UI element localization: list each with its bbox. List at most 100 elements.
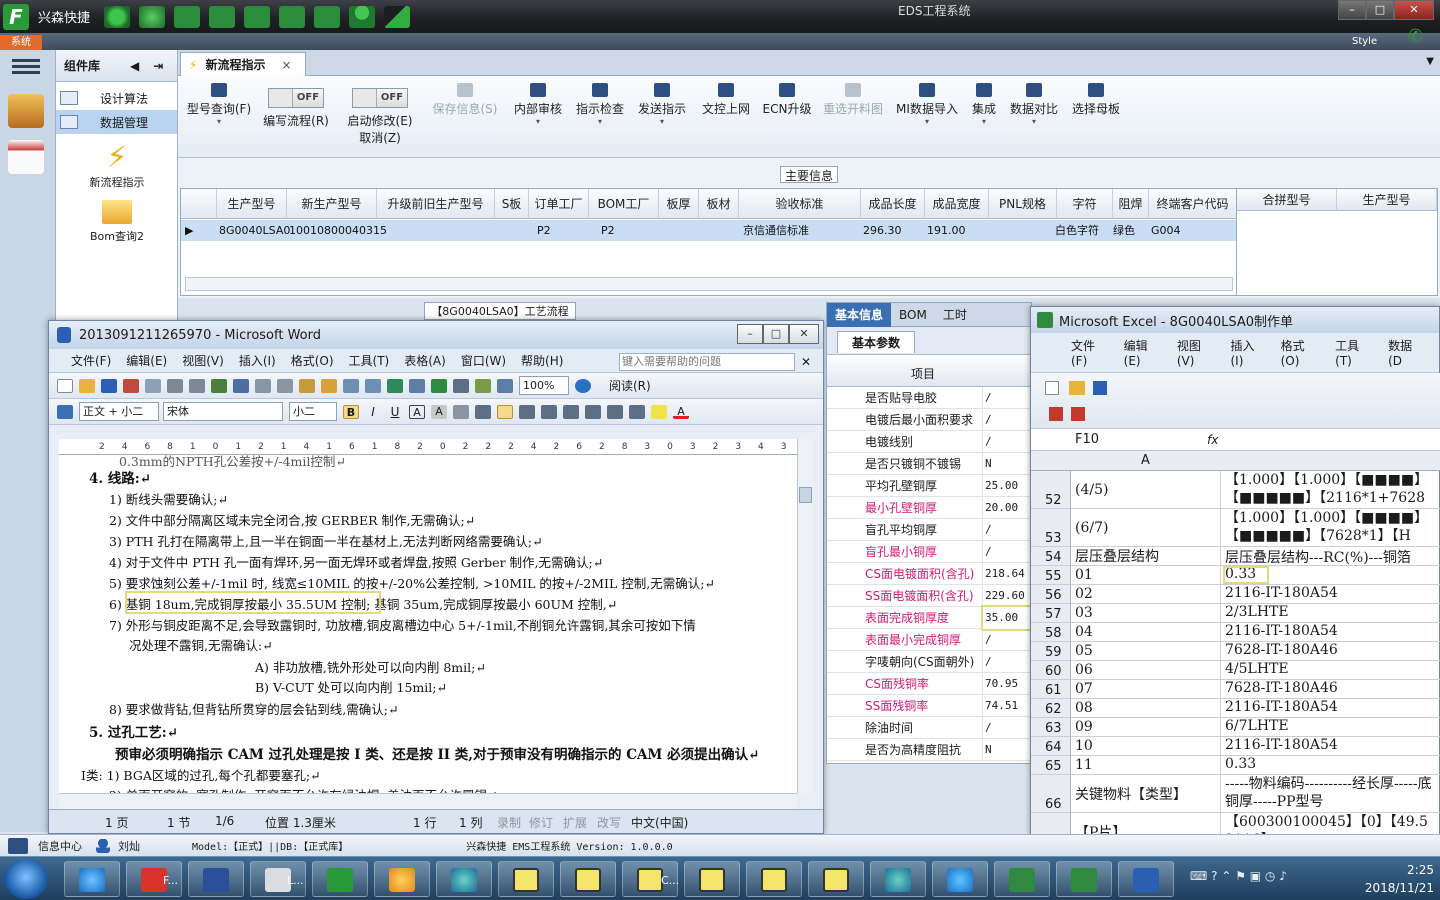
param-value[interactable]: 20.00 [983, 497, 1033, 519]
menu-item-insert[interactable]: 插入(I) [1230, 337, 1258, 368]
menu-item-edit[interactable]: 编辑(E) [126, 352, 167, 369]
sheet-row[interactable]: 56 02 2116-IT-180A54 [1031, 585, 1440, 604]
word-minimize-button[interactable]: – [737, 324, 763, 344]
param-value[interactable]: / [983, 409, 1033, 431]
copy-icon[interactable] [277, 378, 293, 393]
column-header[interactable]: 生产型号 [217, 189, 287, 219]
row-number[interactable]: 62 [1031, 699, 1071, 717]
tab-basic-info[interactable]: 基本信息 [827, 302, 892, 327]
row-number[interactable]: 57 [1031, 604, 1071, 622]
param-value[interactable]: / [983, 387, 1033, 409]
param-value[interactable]: / [983, 431, 1033, 453]
table-cell[interactable]: 191.00 [927, 222, 966, 240]
param-value[interactable]: N [983, 739, 1033, 761]
cell-b[interactable]: 2/3LHTE [1223, 604, 1440, 622]
param-row[interactable]: 平均孔壁铜厚 25.00 [827, 475, 1033, 497]
new-process-button[interactable]: ⚡ 新流程指示 [56, 142, 178, 190]
scroll-thumb[interactable] [799, 487, 812, 503]
save-info-button[interactable]: 保存信息(S) [430, 80, 500, 117]
open-folder-icon[interactable] [1069, 381, 1085, 395]
horizontal-ruler[interactable]: 2468101214161820222426283032343638404244… [59, 439, 1127, 455]
taskbar-eds-icon[interactable] [312, 861, 368, 897]
table-row[interactable]: ▶ 8G0040LSA0 10010800040315 P2 P2 京信通信标准… [181, 220, 1237, 241]
sheet-row[interactable]: 52 (4/5) 【1.000】【1.000】【■■■■】【■■■■■】【2116*… [1031, 471, 1440, 509]
column-header[interactable]: 成品宽度 [925, 189, 989, 219]
chevron-down-icon[interactable]: ▼ [1426, 56, 1434, 67]
indent-icon[interactable] [629, 404, 645, 419]
data-compare-button[interactable]: 数据对比 ▾ [1008, 80, 1060, 126]
sheet-row[interactable]: 64 10 2116-IT-180A54 [1031, 737, 1440, 756]
menu-item-design-algorithm[interactable]: 设计算法 [56, 86, 177, 110]
numbering-icon[interactable] [585, 404, 601, 419]
cell-b[interactable]: -----物料编码----------经长厚-----底铜厚-----PP型号 [1223, 775, 1440, 812]
reselect-cutting-button[interactable]: 重选开料图 [820, 80, 886, 117]
taskbar-app-f[interactable]: F... [126, 861, 182, 897]
document-map-icon[interactable] [497, 378, 513, 393]
cell-a[interactable]: 11 [1073, 756, 1221, 774]
close-document-icon[interactable]: ✕ [801, 355, 811, 369]
column-header[interactable]: BOM工厂 [589, 189, 659, 219]
justify-icon[interactable] [541, 404, 557, 419]
menu-item-data[interactable]: 数据(D [1388, 337, 1417, 368]
cell-b[interactable]: 2116-IT-180A54 [1223, 623, 1440, 641]
send-instruction-button[interactable]: 发送指示 ▾ [636, 80, 688, 126]
ecn-upgrade-button[interactable]: ECN升级 [762, 80, 812, 117]
bullets-icon[interactable] [607, 404, 623, 419]
status-language[interactable]: 中文(中国) [631, 814, 688, 831]
doc-online-button[interactable]: 文控上网 [698, 80, 754, 117]
cell-b[interactable]: 7628-IT-180A46 [1223, 680, 1440, 698]
styles-icon[interactable] [57, 404, 73, 419]
cell-a[interactable]: (4/5) [1073, 471, 1221, 508]
pdf-export-icon[interactable] [1071, 407, 1085, 421]
dropdown-arrow-icon[interactable]: ▾ [574, 117, 626, 126]
underline-icon[interactable]: U [387, 405, 403, 419]
menu-item-format[interactable]: 格式(O) [1281, 337, 1314, 368]
start-button[interactable] [4, 859, 48, 899]
column-header[interactable]: 终端客户代码 [1149, 189, 1237, 219]
info-center-label[interactable]: 信息中心 [38, 838, 82, 854]
paste-icon[interactable] [299, 378, 315, 393]
cell-a[interactable]: 10 [1073, 737, 1221, 755]
cell-b[interactable]: 6/7LHTE [1223, 718, 1440, 736]
taskbar-floppy-icon[interactable] [188, 861, 244, 897]
cancel-label[interactable]: 取消(Z) [344, 129, 416, 146]
sheet-row[interactable]: 62 08 2116-IT-180A54 [1031, 699, 1440, 718]
process-flow-label[interactable]: 【8G0040LSA0】工艺流程 [424, 302, 576, 320]
cell-a[interactable]: 05 [1073, 642, 1221, 660]
status-extend[interactable]: 扩展 [563, 814, 587, 831]
line-spacing-icon[interactable] [563, 404, 579, 419]
param-value[interactable]: 35.00 [981, 605, 1035, 631]
copy-icon[interactable] [279, 5, 306, 28]
write-process-toggle[interactable]: OFF 编写流程(R) [260, 80, 332, 129]
cell-b[interactable]: 【1.000】【1.000】【■■■■】【■■■■■】【2116*1+7628 [1223, 471, 1440, 508]
sheet-row[interactable]: 53 (6/7) 【1.000】【1.000】【■■■■】【■■■■■】【7628*… [1031, 509, 1440, 547]
menu-item-edit[interactable]: 编辑(E) [1124, 337, 1155, 368]
column-header[interactable]: 成品长度 [861, 189, 925, 219]
param-row[interactable]: CS面电镀面积(含孔) 218.64 [827, 563, 1033, 585]
toggle-switch[interactable]: OFF [268, 88, 324, 108]
phone-icon[interactable]: ✆ [1408, 26, 1430, 47]
bold-icon[interactable]: B [343, 404, 359, 419]
mi-data-import-button[interactable]: MI数据导入 ▾ [894, 80, 960, 126]
menu-item-table[interactable]: 表格(A) [404, 352, 446, 369]
style-label[interactable]: Style [1352, 36, 1377, 47]
cell-a[interactable]: 关键物料【类型】 [1073, 775, 1221, 812]
param-row[interactable]: 电镀后最小面积要求 / [827, 409, 1033, 431]
status-record[interactable]: 录制 [497, 814, 521, 831]
taskbar-cad-icon-2[interactable] [560, 861, 616, 897]
select-mother-board-button[interactable]: 选择母板 [1068, 80, 1124, 117]
email-icon[interactable] [145, 378, 161, 393]
param-value[interactable]: 70.95 [983, 673, 1033, 695]
param-row[interactable]: 盲孔最小铜厚 / [827, 541, 1033, 563]
italic-icon[interactable]: I [365, 405, 381, 419]
taskbar-word-icon[interactable] [1118, 861, 1174, 897]
start-edit-toggle[interactable]: OFF 启动修改(E) 取消(Z) [344, 80, 416, 146]
row-number[interactable]: 59 [1031, 642, 1071, 660]
user-icon[interactable] [349, 5, 376, 28]
param-row[interactable]: 除油时间 / [827, 717, 1033, 739]
param-value[interactable]: / [983, 717, 1033, 739]
column-header[interactable]: S板 [495, 189, 529, 219]
param-row[interactable]: 字唛朝向(CS面朝外) / [827, 651, 1033, 673]
permission-icon[interactable] [123, 378, 139, 393]
cell-b[interactable]: 2116-IT-180A54 [1223, 585, 1440, 603]
